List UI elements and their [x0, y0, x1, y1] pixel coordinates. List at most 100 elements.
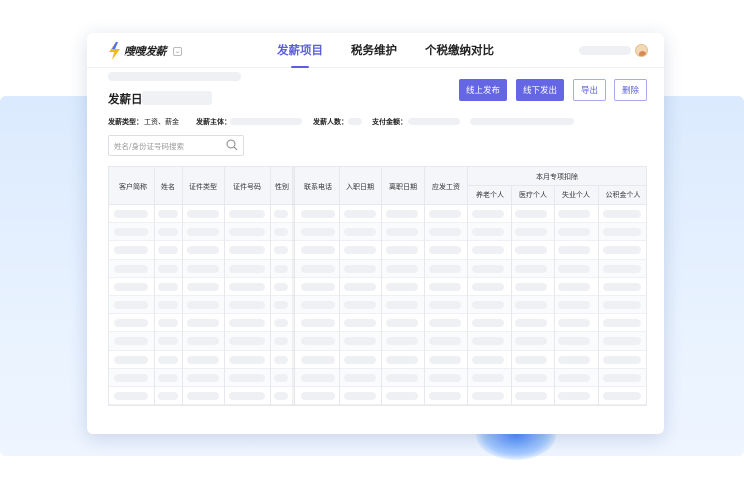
- table-row[interactable]: [109, 223, 646, 242]
- cell-placeholder: [274, 391, 288, 400]
- table-row[interactable]: [109, 259, 646, 278]
- cell-placeholder: [603, 373, 641, 382]
- cell-placeholder: [158, 282, 178, 291]
- cell-placeholder: [158, 264, 178, 273]
- cell-placeholder: [114, 319, 148, 328]
- table-row[interactable]: [109, 351, 646, 369]
- cell-placeholder: [386, 246, 418, 255]
- col-unemployment: 失业个人: [562, 191, 590, 199]
- column-divider: [511, 186, 512, 406]
- cell-placeholder: [603, 337, 641, 346]
- table-row[interactable]: [109, 205, 646, 224]
- cell-placeholder: [429, 246, 461, 255]
- cell-placeholder: [158, 337, 178, 346]
- col-housing-fund: 公积金个人: [605, 191, 641, 199]
- title-value-placeholder: [142, 91, 212, 105]
- column-divider: [424, 167, 425, 406]
- cell-placeholder: [472, 337, 504, 346]
- export-button[interactable]: 导出: [573, 79, 606, 101]
- cell-placeholder: [344, 391, 376, 400]
- cell-placeholder: [603, 300, 641, 309]
- cell-placeholder: [114, 282, 148, 291]
- cell-placeholder: [429, 337, 461, 346]
- cell-placeholder: [187, 264, 219, 273]
- cell-placeholder: [187, 355, 219, 364]
- col-client: 客户简称: [119, 183, 147, 191]
- cell-placeholder: [114, 337, 148, 346]
- cell-placeholder: [114, 355, 148, 364]
- cell-placeholder: [229, 246, 265, 255]
- cell-placeholder: [158, 391, 178, 400]
- cell-placeholder: [187, 319, 219, 328]
- table-row[interactable]: [109, 387, 646, 406]
- cell-placeholder: [274, 319, 288, 328]
- cell-placeholder: [301, 300, 335, 309]
- col-phone: 联系电话: [304, 183, 332, 191]
- cell-placeholder: [344, 210, 376, 218]
- cell-placeholder: [187, 246, 219, 255]
- user-area[interactable]: [579, 44, 648, 57]
- cell-placeholder: [274, 210, 288, 218]
- table-row[interactable]: [109, 241, 646, 260]
- search-input[interactable]: 姓名/身份证号码搜索: [108, 135, 244, 156]
- cell-placeholder: [429, 228, 461, 237]
- col-medical: 医疗个人: [519, 191, 547, 199]
- lightning-logo-icon: [109, 42, 120, 60]
- cell-placeholder: [386, 337, 418, 346]
- payroll-table: 客户简称 姓名 证件类型 证件号码 性别 联系电话 入职日期 离职日期 应发工资…: [108, 166, 647, 407]
- col-gross-pay: 应发工资: [432, 183, 460, 191]
- table-row[interactable]: [109, 278, 646, 296]
- col-leave-date: 离职日期: [389, 183, 417, 191]
- cell-placeholder: [472, 210, 504, 218]
- column-divider: [154, 167, 155, 406]
- cell-placeholder: [515, 337, 547, 346]
- cell-placeholder: [229, 264, 265, 273]
- tab-tax-comparison[interactable]: 个税缴纳对比: [425, 33, 494, 68]
- cell-placeholder: [274, 373, 288, 382]
- delete-button[interactable]: 删除: [614, 79, 647, 101]
- table-row[interactable]: [109, 295, 646, 315]
- table-row[interactable]: [109, 314, 646, 333]
- cell-placeholder: [386, 300, 418, 309]
- cell-placeholder: [229, 282, 265, 291]
- cell-placeholder: [558, 319, 590, 328]
- avatar[interactable]: [635, 44, 648, 57]
- col-gender: 性别: [275, 183, 289, 191]
- cell-placeholder: [229, 319, 265, 328]
- cell-placeholder: [344, 373, 376, 382]
- cell-placeholder: [429, 355, 461, 364]
- cell-placeholder: [558, 300, 590, 309]
- top-bar: 嗖嗖发薪 ⌄ SOUS OUSI XC NPY 发薪项目 税务维护 个税缴纳对比: [87, 33, 664, 68]
- cell-placeholder: [429, 373, 461, 382]
- cell-placeholder: [229, 373, 265, 382]
- cell-placeholder: [114, 300, 148, 309]
- cell-placeholder: [187, 282, 219, 291]
- cell-placeholder: [558, 210, 590, 218]
- chevron-down-icon[interactable]: ⌄: [173, 46, 182, 56]
- cell-placeholder: [301, 337, 335, 346]
- cell-placeholder: [472, 300, 504, 309]
- brand-logo[interactable]: 嗖嗖发薪 ⌄: [108, 42, 182, 60]
- cell-placeholder: [558, 355, 590, 364]
- cell-placeholder: [274, 300, 288, 309]
- payroll-type-value: 工资、薪金: [144, 118, 179, 126]
- column-divider: [182, 167, 183, 406]
- cell-placeholder: [386, 391, 418, 400]
- publish-online-button[interactable]: 线上发布: [459, 79, 507, 101]
- send-offline-button[interactable]: 线下发出: [516, 79, 564, 101]
- search-icon[interactable]: [226, 139, 238, 151]
- cell-placeholder: [472, 373, 504, 382]
- cell-placeholder: [187, 228, 219, 237]
- table-header: 客户简称 姓名 证件类型 证件号码 性别 联系电话 入职日期 离职日期 应发工资…: [109, 167, 647, 205]
- table-row[interactable]: [109, 368, 646, 387]
- tab-payroll-project[interactable]: 发薪项目: [277, 33, 323, 68]
- cell-placeholder: [603, 391, 641, 400]
- cell-placeholder: [274, 264, 288, 273]
- table-row[interactable]: [109, 332, 646, 351]
- stage: 嗖嗖发薪 ⌄ SOUS OUSI XC NPY 发薪项目 税务维护 个税缴纳对比…: [0, 0, 744, 500]
- tab-tax-maintenance[interactable]: 税务维护: [351, 33, 397, 68]
- cell-placeholder: [187, 391, 219, 400]
- cell-placeholder: [515, 264, 547, 273]
- cell-placeholder: [274, 246, 288, 255]
- cell-placeholder: [301, 282, 335, 291]
